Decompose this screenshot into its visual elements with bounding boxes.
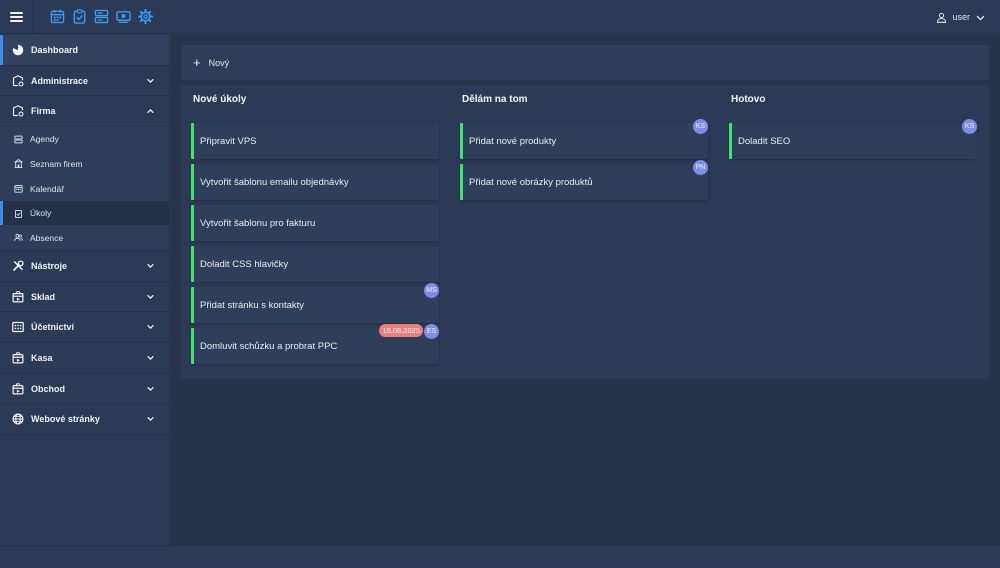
sidebar-item-kalendar[interactable]: Kalendář bbox=[0, 176, 169, 201]
chevron-down-icon bbox=[147, 417, 154, 422]
register-icon bbox=[12, 352, 24, 364]
shop-icon bbox=[12, 382, 24, 395]
sidebar-item-kasa[interactable]: Kasa bbox=[0, 343, 169, 374]
clipboard-check-icon[interactable] bbox=[71, 9, 87, 25]
assignee-avatar: ES bbox=[424, 324, 439, 339]
hamburger-icon bbox=[10, 10, 23, 24]
task-title: Vytvořit šablonu pro fakturu bbox=[200, 217, 316, 229]
sidebar-subitem-label: Kalendář bbox=[30, 183, 65, 194]
quick-access-icons bbox=[34, 9, 153, 25]
sidebar-item-administrace[interactable]: Administrace bbox=[0, 66, 169, 97]
sidebar-item-label: Kasa bbox=[31, 352, 53, 363]
chevron-up-icon bbox=[147, 109, 154, 114]
gear-icon[interactable] bbox=[137, 9, 153, 25]
task-title: Vytvořit šablonu emailu objednávky bbox=[200, 176, 349, 188]
chevron-down-icon bbox=[147, 294, 154, 299]
calendar-icon[interactable] bbox=[49, 9, 65, 25]
sidebar-item-label: Webové stránky bbox=[31, 414, 100, 425]
task-card[interactable]: Vytvořit šablonu pro fakturu bbox=[191, 205, 439, 241]
chevron-down-icon bbox=[147, 263, 154, 268]
column-title: Hotovo bbox=[731, 94, 766, 105]
task-card[interactable]: Doladit SEO KS bbox=[729, 119, 977, 159]
clipboard-check-icon bbox=[13, 208, 23, 218]
new-task-button[interactable]: + Nový bbox=[193, 56, 229, 69]
column-title: Dělám na tom bbox=[462, 94, 528, 105]
column-title: Nové úkoly bbox=[193, 94, 247, 105]
main-content: + Nový Nové úkoly Připravit VPS Vytvořit… bbox=[171, 35, 1000, 545]
sidebar-item-label: Firma bbox=[31, 106, 56, 117]
globe-icon bbox=[12, 413, 24, 425]
tools-icon bbox=[12, 260, 24, 272]
sidebar-item-firma[interactable]: Firma bbox=[0, 96, 169, 128]
task-card[interactable]: Přidat stránku s kontakty MS bbox=[191, 283, 439, 323]
stack-icon bbox=[13, 134, 23, 144]
kanban-board: Nové úkoly Připravit VPS Vytvořit šablon… bbox=[181, 85, 989, 379]
chevron-down-icon bbox=[147, 78, 154, 83]
task-title: Doladit CSS hlavičky bbox=[200, 258, 289, 270]
footer-bar bbox=[0, 545, 1000, 568]
pie-chart-icon bbox=[12, 44, 24, 56]
building-gear-icon bbox=[12, 105, 24, 117]
chevron-down-icon bbox=[147, 386, 154, 391]
sidebar-subitem-label: Absence bbox=[30, 232, 64, 243]
sidebar-item-seznam-firem[interactable]: Seznam firem bbox=[0, 152, 169, 177]
sidebar-subitem-label: Úkoly bbox=[30, 208, 52, 219]
sidebar-item-ukoly[interactable]: Úkoly bbox=[0, 200, 169, 226]
assignee-avatar: KS bbox=[962, 119, 977, 134]
top-bar: user bbox=[0, 0, 1000, 34]
task-title: Domluvit schůzku a probrat PPC bbox=[200, 340, 338, 352]
due-date-badge: 15.08.2025 bbox=[379, 324, 423, 337]
building-gear-icon bbox=[12, 74, 24, 87]
task-title: Přidat stránku s kontakty bbox=[200, 299, 305, 311]
assignee-avatar: MS bbox=[424, 283, 439, 298]
user-name: user bbox=[952, 12, 970, 22]
plus-icon: + bbox=[193, 55, 201, 70]
new-task-label: Nový bbox=[208, 57, 230, 68]
sidebar-item-label: Dashboard bbox=[31, 44, 79, 55]
sidebar-item-label: Nástroje bbox=[31, 260, 68, 271]
user-menu[interactable]: user bbox=[936, 0, 986, 34]
task-title: Přidat nové produkty bbox=[469, 135, 557, 147]
sidebar-item-obchod[interactable]: Obchod bbox=[0, 374, 169, 405]
calendar-icon bbox=[13, 184, 23, 194]
chevron-down-icon bbox=[147, 325, 154, 330]
sidebar-item-absence[interactable]: Absence bbox=[0, 225, 169, 250]
firma-submenu: Agendy Seznam firem Kalendář Úkoly Absen… bbox=[0, 127, 169, 252]
chevron-down-icon bbox=[147, 355, 154, 360]
sidebar-item-sklad[interactable]: Sklad bbox=[0, 282, 169, 313]
sidebar: Dashboard Administrace Firma Agendy Sezn… bbox=[0, 35, 170, 545]
user-icon bbox=[937, 12, 947, 23]
task-title: Připravit VPS bbox=[200, 135, 257, 147]
toolbar: + Nový bbox=[181, 45, 989, 80]
chevron-down-icon bbox=[976, 15, 985, 21]
box-icon bbox=[12, 290, 24, 303]
task-card[interactable]: Domluvit schůzku a probrat PPC 15.08.202… bbox=[191, 324, 439, 364]
task-card[interactable]: Vytvořit šablonu emailu objednávky bbox=[191, 164, 439, 200]
sidebar-subitem-label: Agendy bbox=[30, 134, 59, 145]
assignee-avatar: KS bbox=[693, 119, 708, 134]
task-card[interactable]: Přidat nové obrázky produktů PN bbox=[460, 160, 708, 200]
sidebar-item-agendy[interactable]: Agendy bbox=[0, 127, 169, 152]
sidebar-subitem-label: Seznam firem bbox=[30, 158, 83, 169]
cash-icon[interactable] bbox=[115, 9, 131, 25]
sidebar-item-label: Sklad bbox=[31, 291, 56, 302]
assignee-avatar: PN bbox=[693, 160, 708, 175]
task-card[interactable]: Přidat nové produkty KS bbox=[460, 119, 708, 159]
hamburger-menu-button[interactable] bbox=[0, 0, 34, 34]
server-icon[interactable] bbox=[93, 9, 109, 25]
users-icon bbox=[13, 233, 23, 243]
task-title: Doladit SEO bbox=[738, 135, 791, 147]
sidebar-item-webove-stranky[interactable]: Webové stránky bbox=[0, 404, 169, 436]
task-card[interactable]: Připravit VPS bbox=[191, 123, 439, 159]
sidebar-item-nastroje[interactable]: Nástroje bbox=[0, 251, 169, 282]
task-card[interactable]: Doladit CSS hlavičky bbox=[191, 246, 439, 282]
task-title: Přidat nové obrázky produktů bbox=[469, 176, 593, 188]
sidebar-item-dashboard[interactable]: Dashboard bbox=[0, 35, 169, 66]
building-icon bbox=[13, 159, 23, 169]
calculator-icon bbox=[12, 321, 24, 333]
sidebar-item-label: Administrace bbox=[31, 75, 89, 86]
sidebar-item-ucetnictvi[interactable]: Účetnictví bbox=[0, 312, 169, 344]
sidebar-item-label: Účetnictví bbox=[31, 322, 75, 333]
sidebar-item-label: Obchod bbox=[31, 383, 65, 394]
